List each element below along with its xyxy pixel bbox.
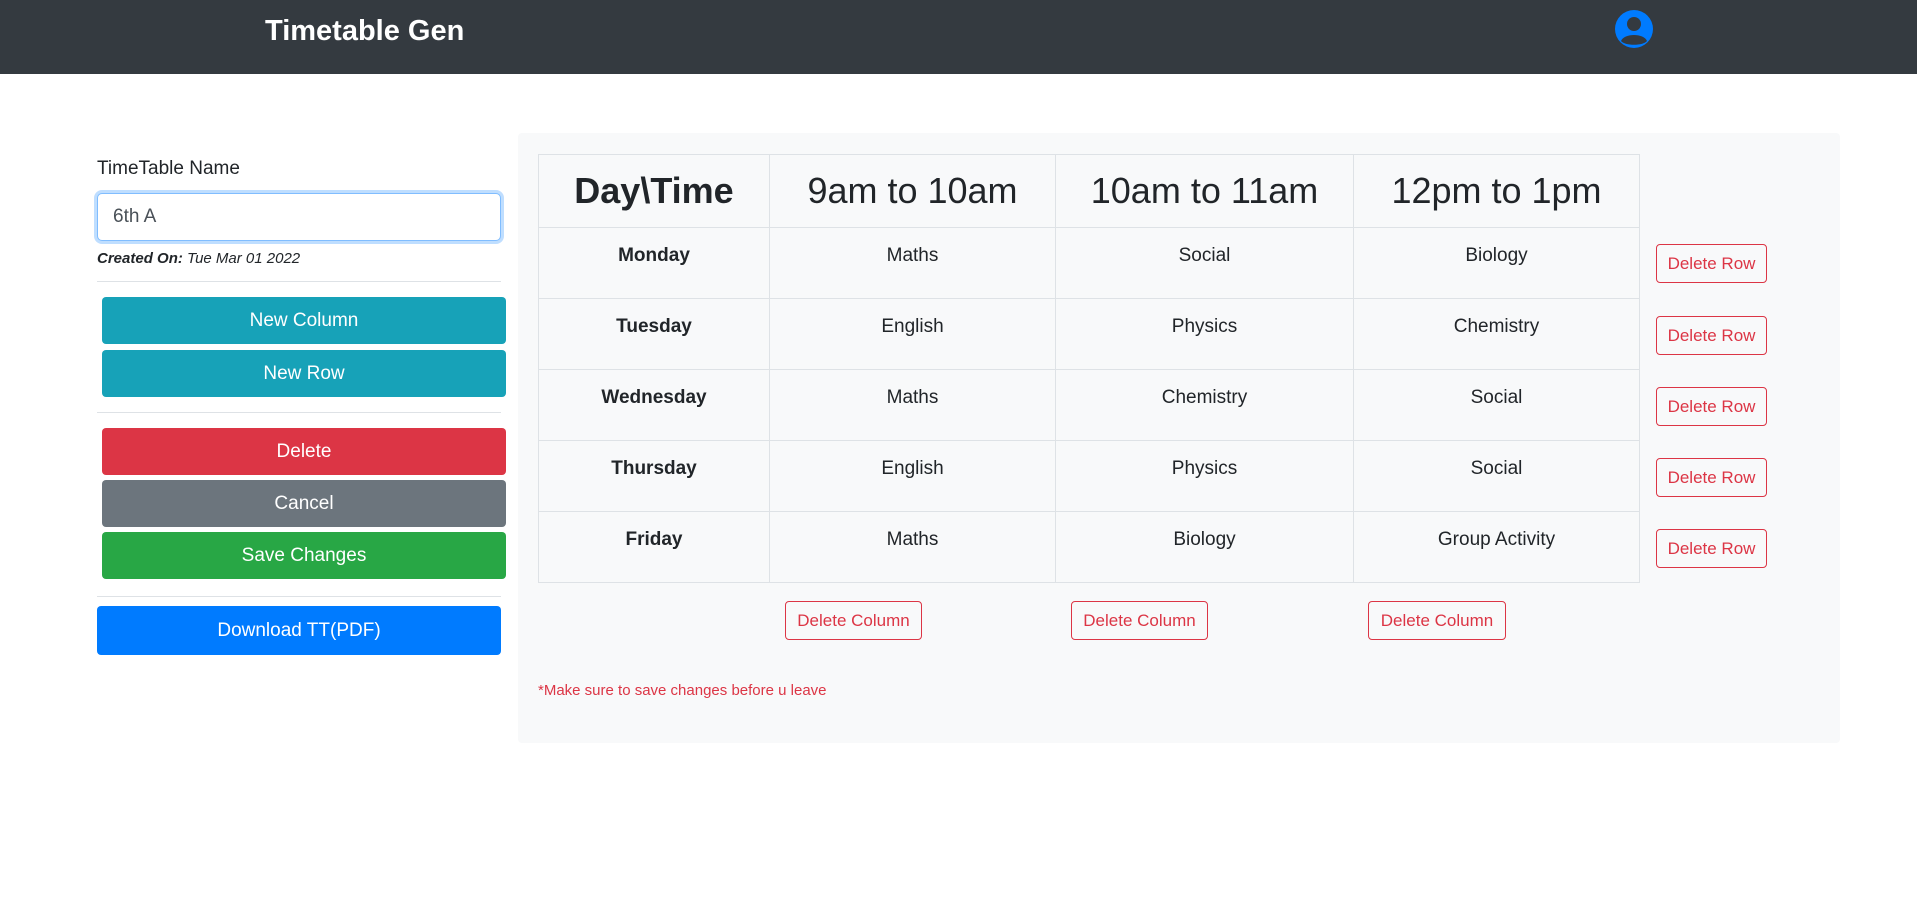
- created-on-date: Tue Mar 01 2022: [187, 250, 301, 267]
- subject-cell[interactable]: Chemistry: [1353, 298, 1640, 370]
- timetable-panel: Day\Time 9am to 10am 10am to 11am 12pm t…: [518, 133, 1840, 743]
- created-on-label: Created On:: [97, 250, 183, 267]
- timetable-name-label: TimeTable Name: [97, 158, 240, 179]
- table-row: Thursday English Physics Social: [538, 440, 1640, 512]
- new-column-button[interactable]: New Column: [102, 297, 506, 344]
- subject-cell[interactable]: Maths: [769, 369, 1056, 441]
- table-row: Wednesday Maths Chemistry Social: [538, 369, 1640, 441]
- table-row: Friday Maths Biology Group Activity: [538, 511, 1640, 583]
- new-row-button[interactable]: New Row: [102, 350, 506, 397]
- header-row: Day\Time 9am to 10am 10am to 11am 12pm t…: [538, 154, 1640, 228]
- subject-cell[interactable]: Social: [1055, 227, 1354, 299]
- subject-cell[interactable]: Biology: [1353, 227, 1640, 299]
- subject-cell[interactable]: Social: [1353, 369, 1640, 441]
- day-cell[interactable]: Thursday: [538, 440, 770, 512]
- day-cell[interactable]: Wednesday: [538, 369, 770, 441]
- delete-column-button[interactable]: Delete Column: [1368, 601, 1506, 640]
- delete-column-button[interactable]: Delete Column: [1071, 601, 1208, 640]
- delete-row-button[interactable]: Delete Row: [1656, 244, 1767, 283]
- delete-row-button[interactable]: Delete Row: [1656, 387, 1767, 426]
- subject-cell[interactable]: Physics: [1055, 440, 1354, 512]
- navbar: Timetable Gen: [0, 0, 1917, 74]
- corner-header: Day\Time: [538, 154, 770, 228]
- day-cell[interactable]: Tuesday: [538, 298, 770, 370]
- subject-cell[interactable]: Maths: [769, 227, 1056, 299]
- delete-row-button[interactable]: Delete Row: [1656, 458, 1767, 497]
- day-cell[interactable]: Monday: [538, 227, 770, 299]
- timetable-name-input[interactable]: [97, 193, 501, 241]
- subject-cell[interactable]: Chemistry: [1055, 369, 1354, 441]
- brand-title[interactable]: Timetable Gen: [265, 14, 464, 48]
- time-column-header[interactable]: 10am to 11am: [1055, 154, 1354, 228]
- download-pdf-button[interactable]: Download TT(PDF): [97, 606, 501, 655]
- subject-cell[interactable]: English: [769, 440, 1056, 512]
- divider: [97, 596, 501, 597]
- table-row: Tuesday English Physics Chemistry: [538, 298, 1640, 370]
- delete-row-button[interactable]: Delete Row: [1656, 529, 1767, 568]
- table-row: Monday Maths Social Biology: [538, 227, 1640, 299]
- delete-column-button[interactable]: Delete Column: [785, 601, 922, 640]
- subject-cell[interactable]: Group Activity: [1353, 511, 1640, 583]
- save-warning-note: *Make sure to save changes before u leav…: [538, 682, 827, 699]
- cancel-button[interactable]: Cancel: [102, 480, 506, 527]
- subject-cell[interactable]: Physics: [1055, 298, 1354, 370]
- created-on: Created On: Tue Mar 01 2022: [97, 250, 300, 267]
- subject-cell[interactable]: Biology: [1055, 511, 1354, 583]
- subject-cell[interactable]: Maths: [769, 511, 1056, 583]
- timetable-table: Day\Time 9am to 10am 10am to 11am 12pm t…: [538, 154, 1640, 583]
- time-column-header[interactable]: 9am to 10am: [769, 154, 1056, 228]
- divider: [97, 281, 501, 282]
- user-circle-icon[interactable]: [1614, 9, 1654, 49]
- save-changes-button[interactable]: Save Changes: [102, 532, 506, 579]
- subject-cell[interactable]: English: [769, 298, 1056, 370]
- delete-button[interactable]: Delete: [102, 428, 506, 475]
- day-cell[interactable]: Friday: [538, 511, 770, 583]
- subject-cell[interactable]: Social: [1353, 440, 1640, 512]
- time-column-header[interactable]: 12pm to 1pm: [1353, 154, 1640, 228]
- divider: [97, 412, 501, 413]
- delete-row-button[interactable]: Delete Row: [1656, 316, 1767, 355]
